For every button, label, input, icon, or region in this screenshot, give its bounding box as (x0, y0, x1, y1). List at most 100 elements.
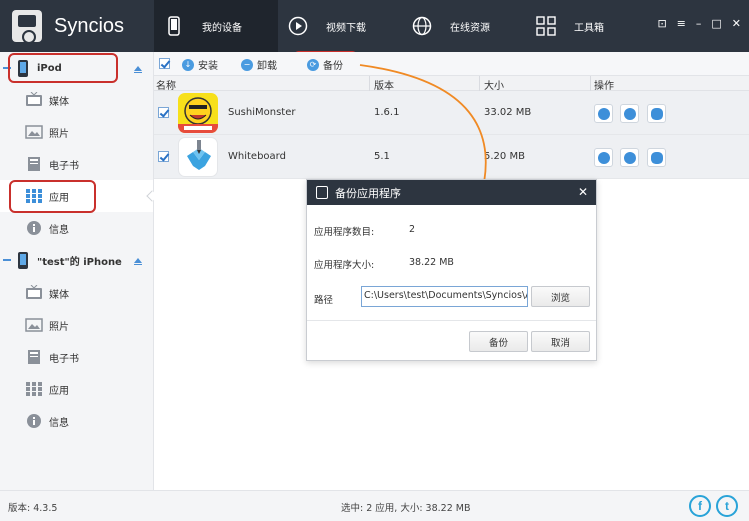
app-size: 33.02 MB (484, 107, 532, 118)
phone-icon (164, 15, 184, 37)
count-value: 2 (409, 224, 416, 235)
sidebar-item-label: 应用 (49, 385, 69, 397)
sidebar-item-label: 电子书 (49, 160, 79, 172)
info-icon (27, 221, 41, 235)
sidebar-item-media[interactable]: 媒体 (0, 84, 153, 116)
column-divider (479, 76, 480, 91)
sidebar-item-media[interactable]: 媒体 (0, 277, 153, 309)
sidebar-item-label: 信息 (49, 417, 69, 429)
sidebar-item-label: 照片 (49, 128, 69, 140)
maximize-icon[interactable]: □ (711, 17, 721, 30)
backup-confirm-button[interactable]: 备份 (469, 331, 528, 352)
table-row[interactable]: Whiteboard 5.1 5.20 MB (154, 135, 749, 179)
backup-app-icon (316, 186, 328, 199)
uninstall-action-icon[interactable] (594, 148, 613, 167)
close-icon[interactable]: ✕ (732, 17, 741, 30)
column-size[interactable]: 大小 (484, 77, 504, 92)
backup-button[interactable]: ⟳ 备份 (307, 57, 343, 72)
app-version: 1.6.1 (374, 107, 400, 118)
view-action-icon[interactable] (647, 148, 666, 167)
backup-icon: ⟳ (307, 58, 319, 71)
row-checkbox[interactable] (158, 151, 169, 162)
sidebar-item-label: 信息 (49, 224, 69, 236)
brand: Syncios (0, 0, 154, 52)
app-name: Syncios (54, 14, 125, 37)
nav-video-download[interactable]: 视频下载 (278, 0, 402, 52)
iphone-icon (18, 251, 28, 269)
skin-icon[interactable]: ⊡ (657, 17, 666, 30)
globe-icon (412, 15, 432, 37)
minimize-icon[interactable]: – (696, 17, 702, 30)
nav-my-device[interactable]: 我的设备 (154, 0, 278, 52)
nav-online-resources[interactable]: 在线资源 (402, 0, 526, 52)
app-version: 5.1 (374, 151, 390, 162)
install-button[interactable]: ↓ 安装 (182, 57, 218, 72)
view-action-icon[interactable] (647, 104, 666, 123)
sidebar-item-photos[interactable]: 照片 (0, 309, 153, 341)
table-row[interactable]: SushiMonster 1.6.1 33.02 MB (154, 91, 749, 135)
ebook-icon (28, 157, 40, 171)
nav-label: 我的设备 (202, 22, 242, 34)
sushimonster-app-icon (178, 93, 218, 133)
eject-icon[interactable] (134, 65, 142, 73)
size-value: 38.22 MB (409, 257, 454, 268)
sidebar-item-messages[interactable]: 信息 (0, 405, 153, 437)
eject-icon[interactable] (134, 257, 142, 265)
dialog-header: 备份应用程序 ✕ (307, 180, 596, 205)
sidebar-item-label: 媒体 (49, 96, 69, 108)
media-icon (26, 285, 42, 299)
uninstall-action-icon[interactable] (594, 104, 613, 123)
play-icon (288, 15, 308, 37)
sidebar-item-ebooks[interactable]: 电子书 (0, 341, 153, 373)
close-icon[interactable]: ✕ (578, 185, 588, 199)
device-name: "test"的 iPhone (37, 256, 122, 268)
cancel-button[interactable]: 取消 (531, 331, 590, 352)
ebook-icon (28, 350, 40, 364)
table-header: 名称 版本 大小 操作 (154, 76, 749, 92)
nav-toolbox[interactable]: 工具箱 (526, 0, 650, 52)
whiteboard-app-icon (178, 137, 218, 177)
browse-button[interactable]: 浏览 (531, 286, 590, 307)
sidebar-item-ebooks[interactable]: 电子书 (0, 148, 153, 180)
install-label: 安装 (198, 61, 218, 72)
column-name[interactable]: 名称 (156, 77, 176, 92)
uninstall-label: 卸载 (257, 61, 277, 72)
grid-icon (536, 15, 556, 37)
twitter-icon[interactable]: t (716, 495, 738, 517)
facebook-icon[interactable]: f (689, 495, 711, 517)
nav-label: 工具箱 (574, 22, 604, 34)
size-label: 应用程序大小: (314, 260, 375, 271)
media-icon (26, 92, 42, 106)
sidebar-item-label: 照片 (49, 321, 69, 333)
highlight-apps (9, 180, 96, 213)
column-divider (590, 76, 591, 91)
syncios-logo-icon (12, 10, 42, 44)
backup-action-icon[interactable] (620, 104, 639, 123)
path-input[interactable]: C:\Users\test\Documents\Syncios\App (361, 286, 528, 307)
sidebar-item-messages[interactable]: 信息 (0, 212, 153, 244)
menu-icon[interactable]: ≡ (677, 17, 686, 30)
device-iphone[interactable]: "test"的 iPhone (0, 246, 154, 274)
column-divider (369, 76, 370, 91)
sidebar-item-apps[interactable]: 应用 (0, 373, 153, 405)
column-version[interactable]: 版本 (374, 77, 394, 92)
backup-action-icon[interactable] (620, 148, 639, 167)
row-checkbox[interactable] (158, 107, 169, 118)
path-label: 路径 (314, 295, 334, 306)
photo-icon (25, 125, 43, 139)
main-nav: 我的设备 视频下载 在线资源 工具箱 (154, 0, 650, 52)
sidebar: iPod 媒体 照片 电子书 应用 信息 "test"的 iPhone 媒体 照… (0, 52, 154, 490)
dialog-title: 备份应用程序 (335, 186, 401, 200)
uninstall-button[interactable]: − 卸载 (241, 57, 277, 72)
app-name: SushiMonster (228, 107, 296, 118)
nav-label: 视频下载 (326, 22, 366, 34)
app-size: 5.20 MB (484, 151, 525, 162)
device-indicator (3, 259, 11, 261)
version-text: 版本: 4.3.5 (8, 503, 58, 514)
status-bar: 版本: 4.3.5 选中: 2 应用, 大小: 38.22 MB f t (0, 490, 749, 521)
apps-icon (26, 382, 42, 396)
uninstall-icon: − (241, 58, 253, 71)
select-all-checkbox[interactable] (159, 58, 170, 69)
count-label: 应用程序数目: (314, 227, 375, 238)
sidebar-item-photos[interactable]: 照片 (0, 116, 153, 148)
